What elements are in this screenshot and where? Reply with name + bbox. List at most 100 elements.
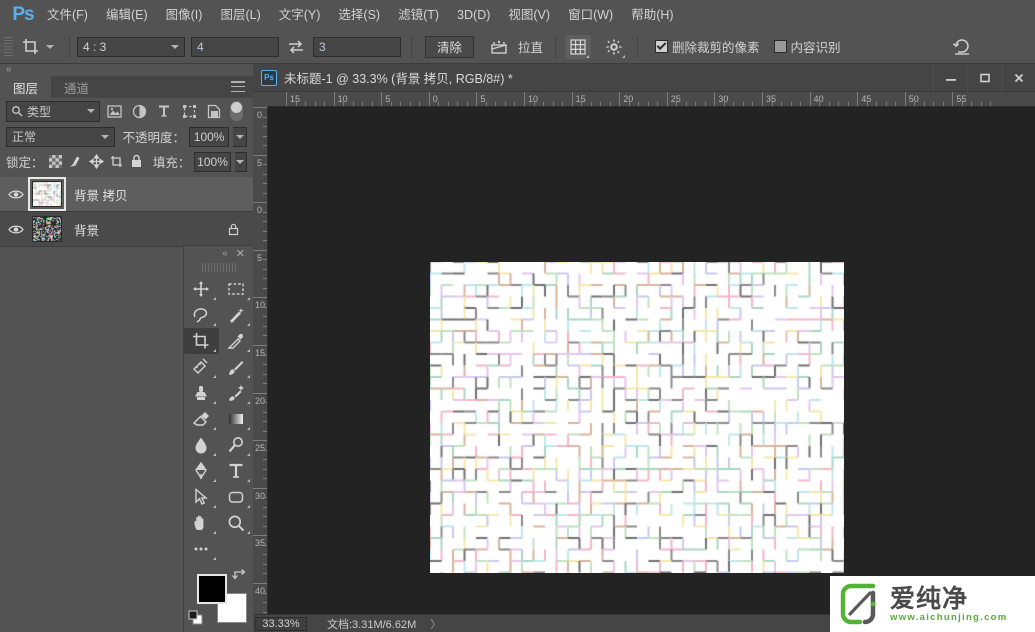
delete-cropped-pixels-checkbox[interactable]: 删除裁剪的像素 xyxy=(655,37,760,56)
options-bar-grip[interactable] xyxy=(4,37,13,57)
divider xyxy=(411,36,412,58)
layer-visibility-toggle[interactable] xyxy=(0,189,32,200)
spot-healing-brush-tool[interactable] xyxy=(184,354,219,380)
opacity-value[interactable]: 100% xyxy=(189,127,229,147)
shape-filter-icon[interactable] xyxy=(178,101,200,122)
zoom-level-input[interactable]: 33.33% xyxy=(255,617,307,631)
table-row[interactable]: 背景 拷贝 xyxy=(0,177,253,212)
fill-value[interactable]: 100% xyxy=(194,152,230,172)
dodge-tool[interactable] xyxy=(219,432,254,458)
tool-preset-picker[interactable] xyxy=(17,37,62,57)
status-expand-arrow[interactable]: 〉 xyxy=(430,616,441,632)
canvas-area[interactable] xyxy=(268,107,1035,614)
smartobject-filter-icon[interactable] xyxy=(203,101,225,122)
layer-thumbnail[interactable] xyxy=(32,181,62,207)
table-row[interactable]: 背景 xyxy=(0,212,253,247)
lock-position-icon[interactable] xyxy=(88,152,104,172)
document-title-bar[interactable]: Ps 未标题-1 @ 33.3% (背景 拷贝, RGB/8#) * xyxy=(253,64,1035,92)
menu-item-8[interactable]: 视图(V) xyxy=(499,0,559,30)
type-filter-icon[interactable] xyxy=(153,101,175,122)
pen-tool[interactable] xyxy=(184,458,219,484)
ruler-tick xyxy=(905,92,906,107)
magic-wand-tool[interactable] xyxy=(219,302,254,328)
blend-mode-select[interactable]: 正常 xyxy=(6,127,115,147)
hamburger-menu-icon[interactable] xyxy=(231,81,245,92)
crop-settings-button[interactable] xyxy=(601,35,627,59)
crop-width-input[interactable]: 4 xyxy=(191,37,279,57)
menu-item-9[interactable]: 窗口(W) xyxy=(559,0,622,30)
menu-item-6[interactable]: 滤镜(T) xyxy=(389,0,448,30)
lock-image-icon[interactable] xyxy=(68,152,84,172)
lock-artboard-icon[interactable] xyxy=(108,152,124,172)
type-tool[interactable] xyxy=(219,458,254,484)
content-aware-checkbox[interactable]: 内容识别 xyxy=(774,37,841,56)
foreground-color-swatch[interactable] xyxy=(197,574,227,604)
move-tool[interactable] xyxy=(184,276,219,302)
tool-flyout-marker xyxy=(213,349,216,352)
history-brush-tool[interactable] xyxy=(219,380,254,406)
blur-tool[interactable] xyxy=(184,432,219,458)
brush-tool[interactable] xyxy=(219,354,254,380)
minimize-button[interactable] xyxy=(933,64,967,92)
window-buttons xyxy=(933,64,1035,92)
menu-item-1[interactable]: 编辑(E) xyxy=(97,0,157,30)
gradient-tool[interactable] xyxy=(219,406,254,432)
zoom-tool[interactable] xyxy=(219,510,254,536)
ruler-label: 10 xyxy=(255,301,264,310)
double-chevron-left-icon[interactable]: « xyxy=(222,250,228,258)
opacity-slider-button[interactable] xyxy=(233,127,247,147)
maximize-button[interactable] xyxy=(967,64,1001,92)
tab-layers[interactable]: 图层 xyxy=(0,76,51,98)
reset-button[interactable] xyxy=(949,35,975,59)
hand-tool[interactable] xyxy=(184,510,219,536)
panel-collapse-button[interactable]: « xyxy=(0,64,253,76)
rectangular-marquee-tool[interactable] xyxy=(219,276,254,302)
layer-thumbnail[interactable] xyxy=(32,216,62,242)
eyedropper-tool[interactable] xyxy=(219,328,254,354)
corner-marker xyxy=(586,55,589,58)
menu-item-10[interactable]: 帮助(H) xyxy=(622,0,682,30)
menu-item-5[interactable]: 选择(S) xyxy=(329,0,389,30)
layer-visibility-toggle[interactable] xyxy=(0,224,32,235)
gear-icon xyxy=(605,38,623,56)
artboard[interactable] xyxy=(430,262,844,573)
menu-item-2[interactable]: 图像(I) xyxy=(157,0,212,30)
tab-channels[interactable]: 通道 xyxy=(51,76,102,98)
vertical-ruler[interactable]: 050510152025303540 xyxy=(253,107,268,614)
lock-all-icon[interactable] xyxy=(129,152,145,172)
lasso-tool[interactable] xyxy=(184,302,219,328)
horizontal-ruler[interactable]: 151050510152025303540455055 xyxy=(253,92,1035,107)
path-selection-tool[interactable] xyxy=(184,484,219,510)
aspect-ratio-select[interactable]: 4 : 3 xyxy=(77,37,185,57)
close-button[interactable] xyxy=(1001,64,1035,92)
edit-toolbar-tool[interactable] xyxy=(184,536,219,562)
fill-slider-button[interactable] xyxy=(235,152,247,172)
panel-tab-bar: 图层 通道 xyxy=(0,76,253,98)
rectangle-shape-tool[interactable] xyxy=(219,484,254,510)
clone-stamp-tool[interactable] xyxy=(184,380,219,406)
ruler-tick xyxy=(476,92,477,107)
clear-button[interactable]: 清除 xyxy=(425,36,474,58)
chevron-down-icon xyxy=(87,109,95,113)
tools-panel-grip[interactable] xyxy=(202,263,236,272)
eraser-tool[interactable] xyxy=(184,406,219,432)
menu-item-4[interactable]: 文字(Y) xyxy=(270,0,330,30)
image-filter-icon[interactable] xyxy=(103,101,125,122)
crop-overlay-button[interactable] xyxy=(565,35,591,59)
filter-type-select[interactable]: 类型 xyxy=(6,101,100,122)
crop-height-input[interactable]: 3 xyxy=(313,37,401,57)
menu-item-0[interactable]: 文件(F) xyxy=(38,0,97,30)
ruler-label: 35 xyxy=(255,539,264,548)
swap-colors-icon[interactable] xyxy=(231,568,247,585)
menu-item-3[interactable]: 图层(L) xyxy=(211,0,269,30)
crop-tool[interactable] xyxy=(184,328,219,354)
photoshop-window: Ps 文件(F)编辑(E)图像(I)图层(L)文字(Y)选择(S)滤镜(T)3D… xyxy=(0,0,1035,632)
straighten-button[interactable] xyxy=(486,35,512,59)
close-icon[interactable]: ✕ xyxy=(236,247,245,260)
filter-enable-toggle[interactable] xyxy=(230,101,243,121)
adjustment-filter-icon[interactable] xyxy=(128,101,150,122)
lock-transparency-icon[interactable] xyxy=(48,152,64,172)
menu-item-7[interactable]: 3D(D) xyxy=(448,0,499,30)
default-colors-icon[interactable] xyxy=(188,610,203,628)
swap-dimensions-button[interactable] xyxy=(283,36,309,58)
